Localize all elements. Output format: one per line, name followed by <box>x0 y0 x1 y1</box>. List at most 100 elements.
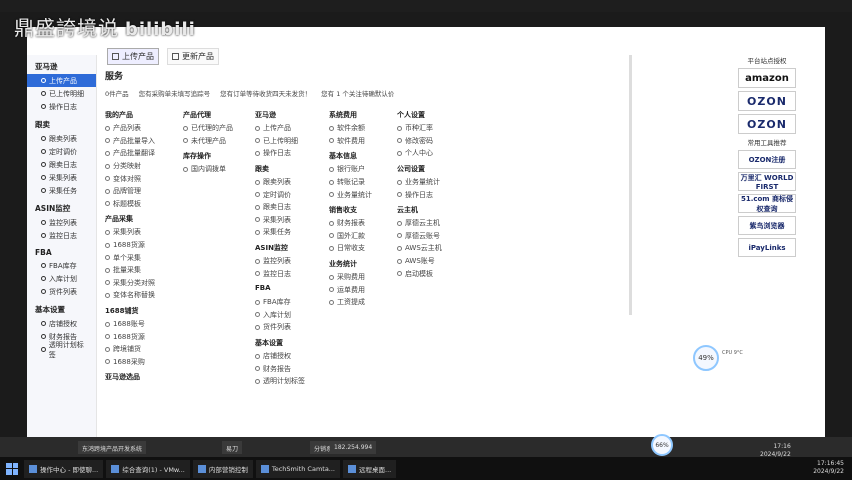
notice-item[interactable]: 0件产品 <box>105 88 129 98</box>
service-link[interactable]: 转账记录 <box>329 176 405 189</box>
service-link[interactable]: 监控列表 <box>255 255 331 268</box>
service-link[interactable]: 透明计划标签 <box>255 375 331 388</box>
service-link[interactable]: AWS账号 <box>397 255 473 268</box>
amazon-logo[interactable]: amazon <box>738 68 796 88</box>
service-link[interactable]: 产品批量翻译 <box>105 147 181 160</box>
service-link[interactable]: 已上传明细 <box>255 135 331 148</box>
sidebar-item[interactable]: 操作日志 <box>27 100 96 113</box>
sidebar-item[interactable]: 透明计划标签 <box>27 341 96 359</box>
service-link[interactable]: 分类映射 <box>105 160 181 173</box>
sidebar-item[interactable]: 监控日志 <box>27 229 96 242</box>
service-link[interactable]: 操作日志 <box>397 188 473 201</box>
taskbar-app[interactable]: TechSmith Camta... <box>255 459 340 478</box>
service-link[interactable]: 1688采购 <box>105 356 181 369</box>
sidebar-item[interactable]: 跟卖列表 <box>27 132 96 145</box>
memory-widget[interactable]: 66% <box>651 434 673 456</box>
service-link[interactable]: 业务量统计 <box>397 176 473 189</box>
notice-item[interactable]: 您有订单等待收货四天未发货！ <box>220 88 311 98</box>
service-link[interactable]: FBA库存 <box>255 296 331 309</box>
update-product-tab[interactable]: 更新产品 <box>167 48 219 65</box>
tool-ziniao[interactable]: 紫鸟浏览器 <box>738 216 796 235</box>
service-link[interactable]: AWS云主机 <box>397 242 473 255</box>
inner-window-button[interactable]: 东鸿跨境产品开发系统 <box>78 441 147 454</box>
service-link[interactable]: 工资提成 <box>329 296 405 309</box>
service-link[interactable]: 厚德云账号 <box>397 230 473 243</box>
tool-51com[interactable]: 51.com 商标侵权查询 <box>738 194 796 213</box>
taskbar-app[interactable]: 综合查询(1) - VMw... <box>106 459 190 478</box>
service-link[interactable]: 货件列表 <box>255 321 331 334</box>
sidebar-item[interactable]: 定时调价 <box>27 145 96 158</box>
inner-window-button[interactable]: 易刀 <box>222 441 243 454</box>
service-link[interactable]: 品牌管理 <box>105 185 181 198</box>
sidebar-item[interactable]: 采集任务 <box>27 184 96 197</box>
tool-worldfirst[interactable]: 万里汇 WORLD FIRST <box>738 172 796 191</box>
sidebar-item[interactable]: 监控列表 <box>27 216 96 229</box>
service-link[interactable]: 跟卖日志 <box>255 201 331 214</box>
scrollbar[interactable] <box>629 55 632 315</box>
service-link[interactable]: 银行账户 <box>329 163 405 176</box>
sidebar-item[interactable]: 入库计划 <box>27 272 96 285</box>
service-link[interactable]: 1688货源 <box>105 239 181 252</box>
service-link[interactable]: 软件费用 <box>329 135 405 148</box>
sidebar-item[interactable]: 店铺授权 <box>27 317 96 330</box>
service-link[interactable]: 运单费用 <box>329 283 405 296</box>
service-link[interactable]: 跟卖列表 <box>255 176 331 189</box>
service-link[interactable]: 采集任务 <box>255 226 331 239</box>
sidebar-item[interactable]: 上传产品 <box>27 74 96 87</box>
service-link[interactable]: 国内调拨单 <box>183 163 259 176</box>
service-link[interactable]: 入库计划 <box>255 309 331 322</box>
service-link[interactable]: 软件余额 <box>329 122 405 135</box>
service-link[interactable]: 启动模板 <box>397 267 473 280</box>
ozon-logo-2[interactable]: OZON <box>738 114 796 134</box>
inner-window-button[interactable]: 182.254.994 <box>330 441 377 454</box>
start-button[interactable] <box>6 462 18 475</box>
section-heading: 跟卖 <box>255 164 269 173</box>
sidebar-item[interactable]: 跟卖日志 <box>27 158 96 171</box>
service-link[interactable]: 业务量统计 <box>329 188 405 201</box>
service-link[interactable]: 日常收支 <box>329 242 405 255</box>
sidebar-item[interactable]: 采集列表 <box>27 171 96 184</box>
taskbar-app[interactable]: 远程桌面... <box>343 459 397 478</box>
service-link[interactable]: 采集分类对照 <box>105 277 181 290</box>
service-link[interactable]: 批量采集 <box>105 264 181 277</box>
notice-item[interactable]: 您有采购单未填写追踪号 <box>139 88 211 98</box>
service-link[interactable]: 单个采集 <box>105 251 181 264</box>
ozon-logo[interactable]: OZON <box>738 91 796 111</box>
service-link[interactable]: 采集列表 <box>105 226 181 239</box>
service-link[interactable]: 变体对照 <box>105 172 181 185</box>
service-link[interactable]: 变体名称替换 <box>105 289 181 302</box>
service-link[interactable]: 操作日志 <box>255 147 331 160</box>
service-link[interactable]: 跨境铺货 <box>105 343 181 356</box>
notice-item[interactable]: 您有 1 个关注待确默认价 <box>321 88 394 98</box>
taskbar-app[interactable]: 操作中心 - 即使聊... <box>24 459 104 478</box>
service-link[interactable]: 产品列表 <box>105 122 181 135</box>
sidebar-item[interactable]: FBA库存 <box>27 259 96 272</box>
service-link[interactable]: 采集列表 <box>255 214 331 227</box>
cpu-widget[interactable]: 49% <box>693 345 719 371</box>
service-link[interactable]: 1688货源 <box>105 330 181 343</box>
service-link[interactable]: 财务报告 <box>255 362 331 375</box>
tool-ipaylinks[interactable]: iPayLinks <box>738 238 796 257</box>
service-link[interactable]: 采购费用 <box>329 271 405 284</box>
link-dot-icon <box>105 292 110 298</box>
service-link[interactable]: 个人中心 <box>397 147 473 160</box>
service-link[interactable]: 国外汇款 <box>329 230 405 243</box>
service-link[interactable]: 标题模板 <box>105 198 181 211</box>
service-link[interactable]: 产品批量导入 <box>105 135 181 148</box>
sidebar-item[interactable]: 货件列表 <box>27 285 96 298</box>
service-link[interactable]: 1688账号 <box>105 318 181 331</box>
service-link[interactable]: 已代理的产品 <box>183 122 259 135</box>
sidebar-item[interactable]: 已上传明细 <box>27 87 96 100</box>
service-link[interactable]: 上传产品 <box>255 122 331 135</box>
service-link[interactable]: 店铺授权 <box>255 350 331 363</box>
taskbar-app[interactable]: 内部营销控制 <box>192 459 253 478</box>
service-link[interactable]: 币种汇率 <box>397 122 473 135</box>
service-link[interactable]: 定时调价 <box>255 188 331 201</box>
service-link[interactable]: 财务报表 <box>329 217 405 230</box>
service-link[interactable]: 未代理产品 <box>183 135 259 148</box>
service-link[interactable]: 监控日志 <box>255 267 331 280</box>
upload-product-tab[interactable]: 上传产品 <box>107 48 159 65</box>
tool-ozon-register[interactable]: OZON注册 <box>738 150 796 169</box>
service-link[interactable]: 修改密码 <box>397 135 473 148</box>
service-link[interactable]: 厚德云主机 <box>397 217 473 230</box>
